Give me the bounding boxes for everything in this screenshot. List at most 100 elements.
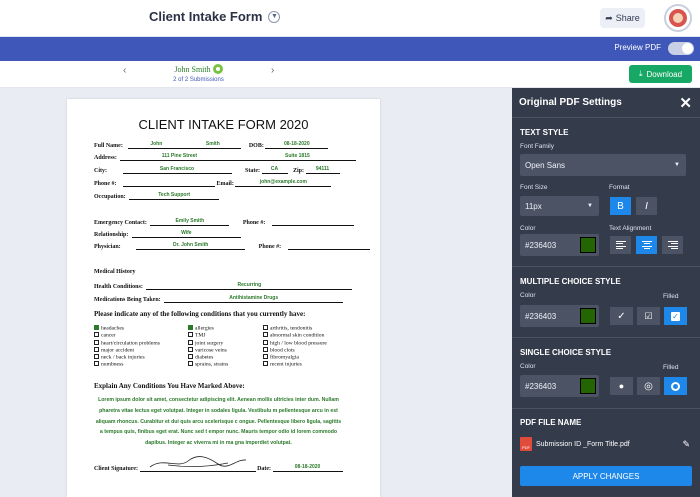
checkbox-empty-icon xyxy=(94,339,99,345)
format-label: Format xyxy=(609,184,630,191)
condition-item: blood clots xyxy=(263,346,327,354)
edit-pencil-icon[interactable]: ✎ xyxy=(682,439,690,450)
radio-filled-icon xyxy=(671,381,680,391)
label-city: City: xyxy=(94,168,107,174)
mc-color-label: Color xyxy=(520,292,536,299)
value-last-name: Smith xyxy=(184,141,242,149)
align-right-button[interactable] xyxy=(662,236,683,254)
text-style-heading: TEXT STYLE xyxy=(520,128,569,137)
label-emergency-contact: Emergency Contact: xyxy=(94,220,147,226)
condition-item: sprains, strains xyxy=(188,361,228,368)
sc-color-swatch[interactable] xyxy=(580,378,596,394)
mc-checkbox-option[interactable]: ☑ xyxy=(637,307,660,325)
value-suite: Suite 1815 xyxy=(238,153,357,161)
chevron-down-icon: ▼ xyxy=(587,203,593,209)
font-size-select[interactable]: 11px ▼ xyxy=(520,196,599,216)
text-color-input[interactable]: #236403 xyxy=(520,234,599,256)
condition-item: neck / back injuries xyxy=(94,354,160,361)
condition-label: varicose veins xyxy=(195,347,227,354)
pdf-preview: CLIENT INTAKE FORM 2020 Full Name: John S… xyxy=(67,99,380,497)
apply-changes-button[interactable]: APPLY CHANGES xyxy=(520,466,692,486)
pdf-file-name-heading: PDF FILE NAME xyxy=(520,418,582,427)
label-physician: Physician: xyxy=(94,244,121,250)
sc-color-label: Color xyxy=(520,363,536,370)
value-health-conditions: Recurring xyxy=(146,282,353,290)
condition-label: arthritis, tendonitis xyxy=(270,325,313,332)
condition-label: recent injuries xyxy=(270,361,302,368)
checkbox-empty-icon xyxy=(263,361,268,367)
mc-checkmark-option[interactable]: ✓ xyxy=(610,307,633,325)
text-color-swatch[interactable] xyxy=(580,237,596,253)
condition-item: fibromyalgia xyxy=(263,354,327,361)
value-relationship: Wife xyxy=(131,230,241,238)
sc-color-input[interactable]: #236403 xyxy=(520,375,599,397)
value-street: 111 Pine Street xyxy=(120,153,239,161)
chevron-down-icon: ▼ xyxy=(268,10,281,23)
explain-text: Lorem ipsum dolor sit amet, consectetur … xyxy=(95,397,342,447)
mc-color-swatch[interactable] xyxy=(580,308,596,324)
close-icon[interactable]: ✕ xyxy=(679,94,692,112)
radio-outline-icon: ◎ xyxy=(644,380,653,392)
sc-filled-option[interactable] xyxy=(664,377,687,395)
settings-panel: Original PDF Settings ✕ TEXT STYLE Font … xyxy=(512,88,700,497)
row-name: Full Name: John Smith DOB: 08-18-2020 xyxy=(94,141,329,149)
mc-color-input[interactable]: #236403 xyxy=(520,305,599,327)
condition-label: abnormal skin condition xyxy=(270,332,325,339)
checkbox-empty-icon xyxy=(263,332,268,338)
condition-item: abnormal skin condition xyxy=(263,332,327,339)
bold-button[interactable]: B xyxy=(610,197,631,215)
medical-history-heading: Medical History xyxy=(94,269,136,275)
condition-label: cancer xyxy=(101,332,116,339)
condition-label: numbness xyxy=(101,361,124,368)
next-submission-button[interactable]: › xyxy=(271,65,274,76)
pdf-form-title: CLIENT INTAKE FORM 2020 xyxy=(138,117,309,132)
value-email: john@example.com xyxy=(235,179,332,187)
condition-item: major accident xyxy=(94,346,160,354)
condition-item: allergies xyxy=(188,325,228,332)
align-center-button[interactable] xyxy=(636,236,657,254)
checkbox-empty-icon xyxy=(94,361,99,367)
mc-filled-option[interactable]: ✓ xyxy=(664,307,687,325)
label-email: Email: xyxy=(216,181,234,187)
condition-label: diabetes xyxy=(195,354,214,361)
signature-image xyxy=(139,456,256,472)
pdf-file-name: Submission ID _Form Title.pdf xyxy=(536,440,630,448)
checkbox-checked-icon xyxy=(94,325,99,330)
label-relationship: Relationship: xyxy=(94,232,129,238)
label-full-name: Full Name: xyxy=(94,143,123,149)
checkbox-empty-icon xyxy=(263,354,268,360)
avatar[interactable] xyxy=(664,4,692,32)
download-button[interactable]: ⤓ Download xyxy=(629,65,692,83)
checkbox-empty-icon xyxy=(263,325,268,330)
submission-nav: ‹ John Smith 2 of 2 Submissions › xyxy=(0,61,700,88)
condition-item: cancer xyxy=(94,332,160,339)
align-left-button[interactable] xyxy=(610,236,631,254)
share-label: Share xyxy=(615,13,640,23)
panel-header: Original PDF Settings ✕ xyxy=(512,88,700,118)
sc-dot-option[interactable]: ● xyxy=(610,377,633,395)
condition-label: high / low blood pressure xyxy=(270,340,327,347)
download-icon: ⤓ xyxy=(638,69,643,78)
checkbox-empty-icon xyxy=(263,346,268,352)
text-color-label: Color xyxy=(520,225,536,232)
font-family-value: Open Sans xyxy=(525,160,566,170)
label-phone3: Phone #: xyxy=(258,244,282,250)
form-title-menu[interactable]: Client Intake Form ▼ xyxy=(149,9,281,24)
row-phone: Phone #: Email: john@example.com xyxy=(94,179,332,187)
multiple-choice-heading: MULTIPLE CHOICE STYLE xyxy=(520,277,621,286)
checkbox-empty-icon xyxy=(188,332,193,338)
italic-button[interactable]: I xyxy=(636,197,657,215)
conditions-column-1: headaches cancer heart/circulation problem… xyxy=(94,325,160,369)
share-button[interactable]: ➦ Share xyxy=(600,8,645,28)
label-health-conditions: Health Conditions: xyxy=(94,284,143,290)
preview-pdf-toggle[interactable] xyxy=(668,42,694,55)
checkbox-empty-icon xyxy=(94,354,99,360)
pdf-file-name-field[interactable]: PDF Submission ID _Form Title.pdf ✎ xyxy=(520,434,690,454)
condition-item: TMJ xyxy=(188,332,228,339)
sc-ring-option[interactable]: ◎ xyxy=(637,377,660,395)
dot-icon: ● xyxy=(618,381,625,391)
conditions-column-3: arthritis, tendonitis abnormal skin condi… xyxy=(263,325,327,369)
value-phone xyxy=(123,179,215,187)
row-physician: Physician: Dr. John Smith Phone #: xyxy=(94,242,370,250)
font-family-select[interactable]: Open Sans ▼ xyxy=(520,154,686,176)
